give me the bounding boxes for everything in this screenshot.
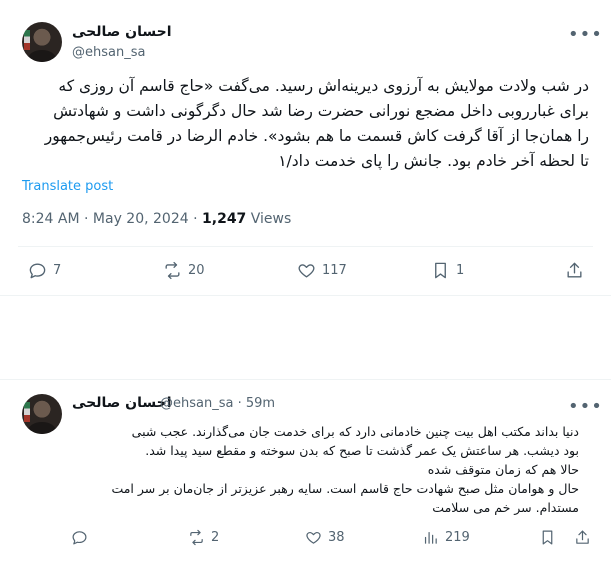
tweet-text-line: دنیا بداند مکتب اهل بیت چنین خادمانی دار…	[131, 424, 579, 439]
repost-icon	[165, 261, 180, 280]
tweet-text-line: را همان‌جا از آقا گرفت کاش قسمت ما هم بش…	[44, 127, 589, 145]
like-button[interactable]: 38	[305, 529, 345, 546]
tweet-text-line: حال و هوامان مثل صبح شهادت حاج قاسم است.…	[111, 481, 579, 496]
reply-icon	[72, 531, 87, 545]
bookmark-count: 1	[456, 263, 465, 278]
tweet-text: دنیا بداند مکتب اهل بیت چنین خادمانی دار…	[60, 422, 579, 517]
heart-icon	[298, 264, 315, 278]
author-avatar[interactable]	[22, 22, 62, 62]
translate-post-link[interactable]: Translate post	[22, 179, 113, 194]
repost-count: 20	[188, 263, 205, 278]
bookmark-button[interactable]	[539, 529, 556, 546]
bookmark-button[interactable]: 1	[431, 261, 464, 280]
tweet-text-line: در شب ولادت مولایش به آرزوی دیرینه‌اش رس…	[58, 77, 589, 95]
views-button[interactable]: 219	[422, 529, 470, 546]
share-button[interactable]	[565, 261, 584, 280]
reply-button[interactable]	[71, 529, 88, 546]
tweet-text-line: برای غبارروبی داخل مضجع نورانی حضرت رضا …	[53, 102, 589, 120]
share-icon	[567, 262, 582, 278]
views-bar-icon	[424, 531, 437, 544]
author-name[interactable]: احسان صالحی	[72, 395, 172, 411]
share-icon	[576, 530, 589, 544]
avatar-shoulders	[28, 422, 56, 434]
repost-button[interactable]: 20	[163, 261, 205, 280]
views-count: 1,247	[202, 211, 247, 227]
views-count: 219	[445, 530, 470, 545]
avatar-shoulders	[28, 50, 56, 62]
repost-count: 2	[211, 530, 220, 545]
flag-decoration	[24, 30, 30, 50]
divider	[18, 246, 593, 247]
author-avatar[interactable]	[22, 394, 62, 434]
views-label: Views	[250, 211, 292, 227]
author-handle[interactable]: @ehsan_sa	[72, 45, 145, 60]
tweet-card-reply: احسان صالحی @ehsan_sa · 59m ••• دنیا بدا…	[0, 379, 611, 565]
like-count: 117	[322, 263, 347, 278]
repost-icon	[190, 529, 203, 546]
like-button[interactable]: 117	[297, 261, 347, 280]
tweet-text-line: بود دیشب. هر ساعتش یک عمر گذشت تا صبح که…	[145, 443, 579, 458]
author-name[interactable]: احسان صالحی	[72, 24, 172, 40]
reply-button[interactable]: 7	[28, 261, 61, 280]
tweet-meta: 8:24 AM · May 20, 2024 · 1,247 Views	[22, 211, 291, 227]
bookmark-icon	[435, 262, 446, 279]
flag-decoration	[24, 402, 30, 422]
tweet-card-main: احسان صالحی @ehsan_sa ••• در شب ولادت مو…	[0, 0, 611, 296]
reply-icon	[29, 263, 46, 279]
tweet-time[interactable]: 8:24 AM	[22, 211, 80, 227]
tweet-text: در شب ولادت مولایش به آرزوی دیرینه‌اش رس…	[18, 74, 589, 174]
meta-separator: ·	[193, 211, 198, 227]
reply-count: 7	[53, 263, 62, 278]
like-count: 38	[328, 530, 345, 545]
more-dots-icon[interactable]: •••	[568, 398, 603, 416]
bookmark-icon	[542, 530, 553, 545]
tweet-text-line: حالا هم که زمان متوقف شده	[427, 462, 579, 477]
meta-separator: ·	[84, 211, 89, 227]
tweet-date[interactable]: May 20, 2024	[93, 211, 189, 227]
tweet-text-line: مستدام. سر خم می سلامت	[432, 500, 579, 515]
share-button[interactable]	[574, 529, 591, 546]
author-handle[interactable]: @ehsan_sa · 59m	[160, 396, 275, 411]
heart-icon	[306, 531, 321, 544]
more-dots-icon[interactable]: •••	[568, 26, 603, 44]
repost-button[interactable]: 2	[188, 529, 219, 546]
tweet-text-line: تا لحظه آخر خادم بود. جانش را پای خدمت د…	[278, 152, 589, 170]
feed-gap	[0, 296, 611, 379]
